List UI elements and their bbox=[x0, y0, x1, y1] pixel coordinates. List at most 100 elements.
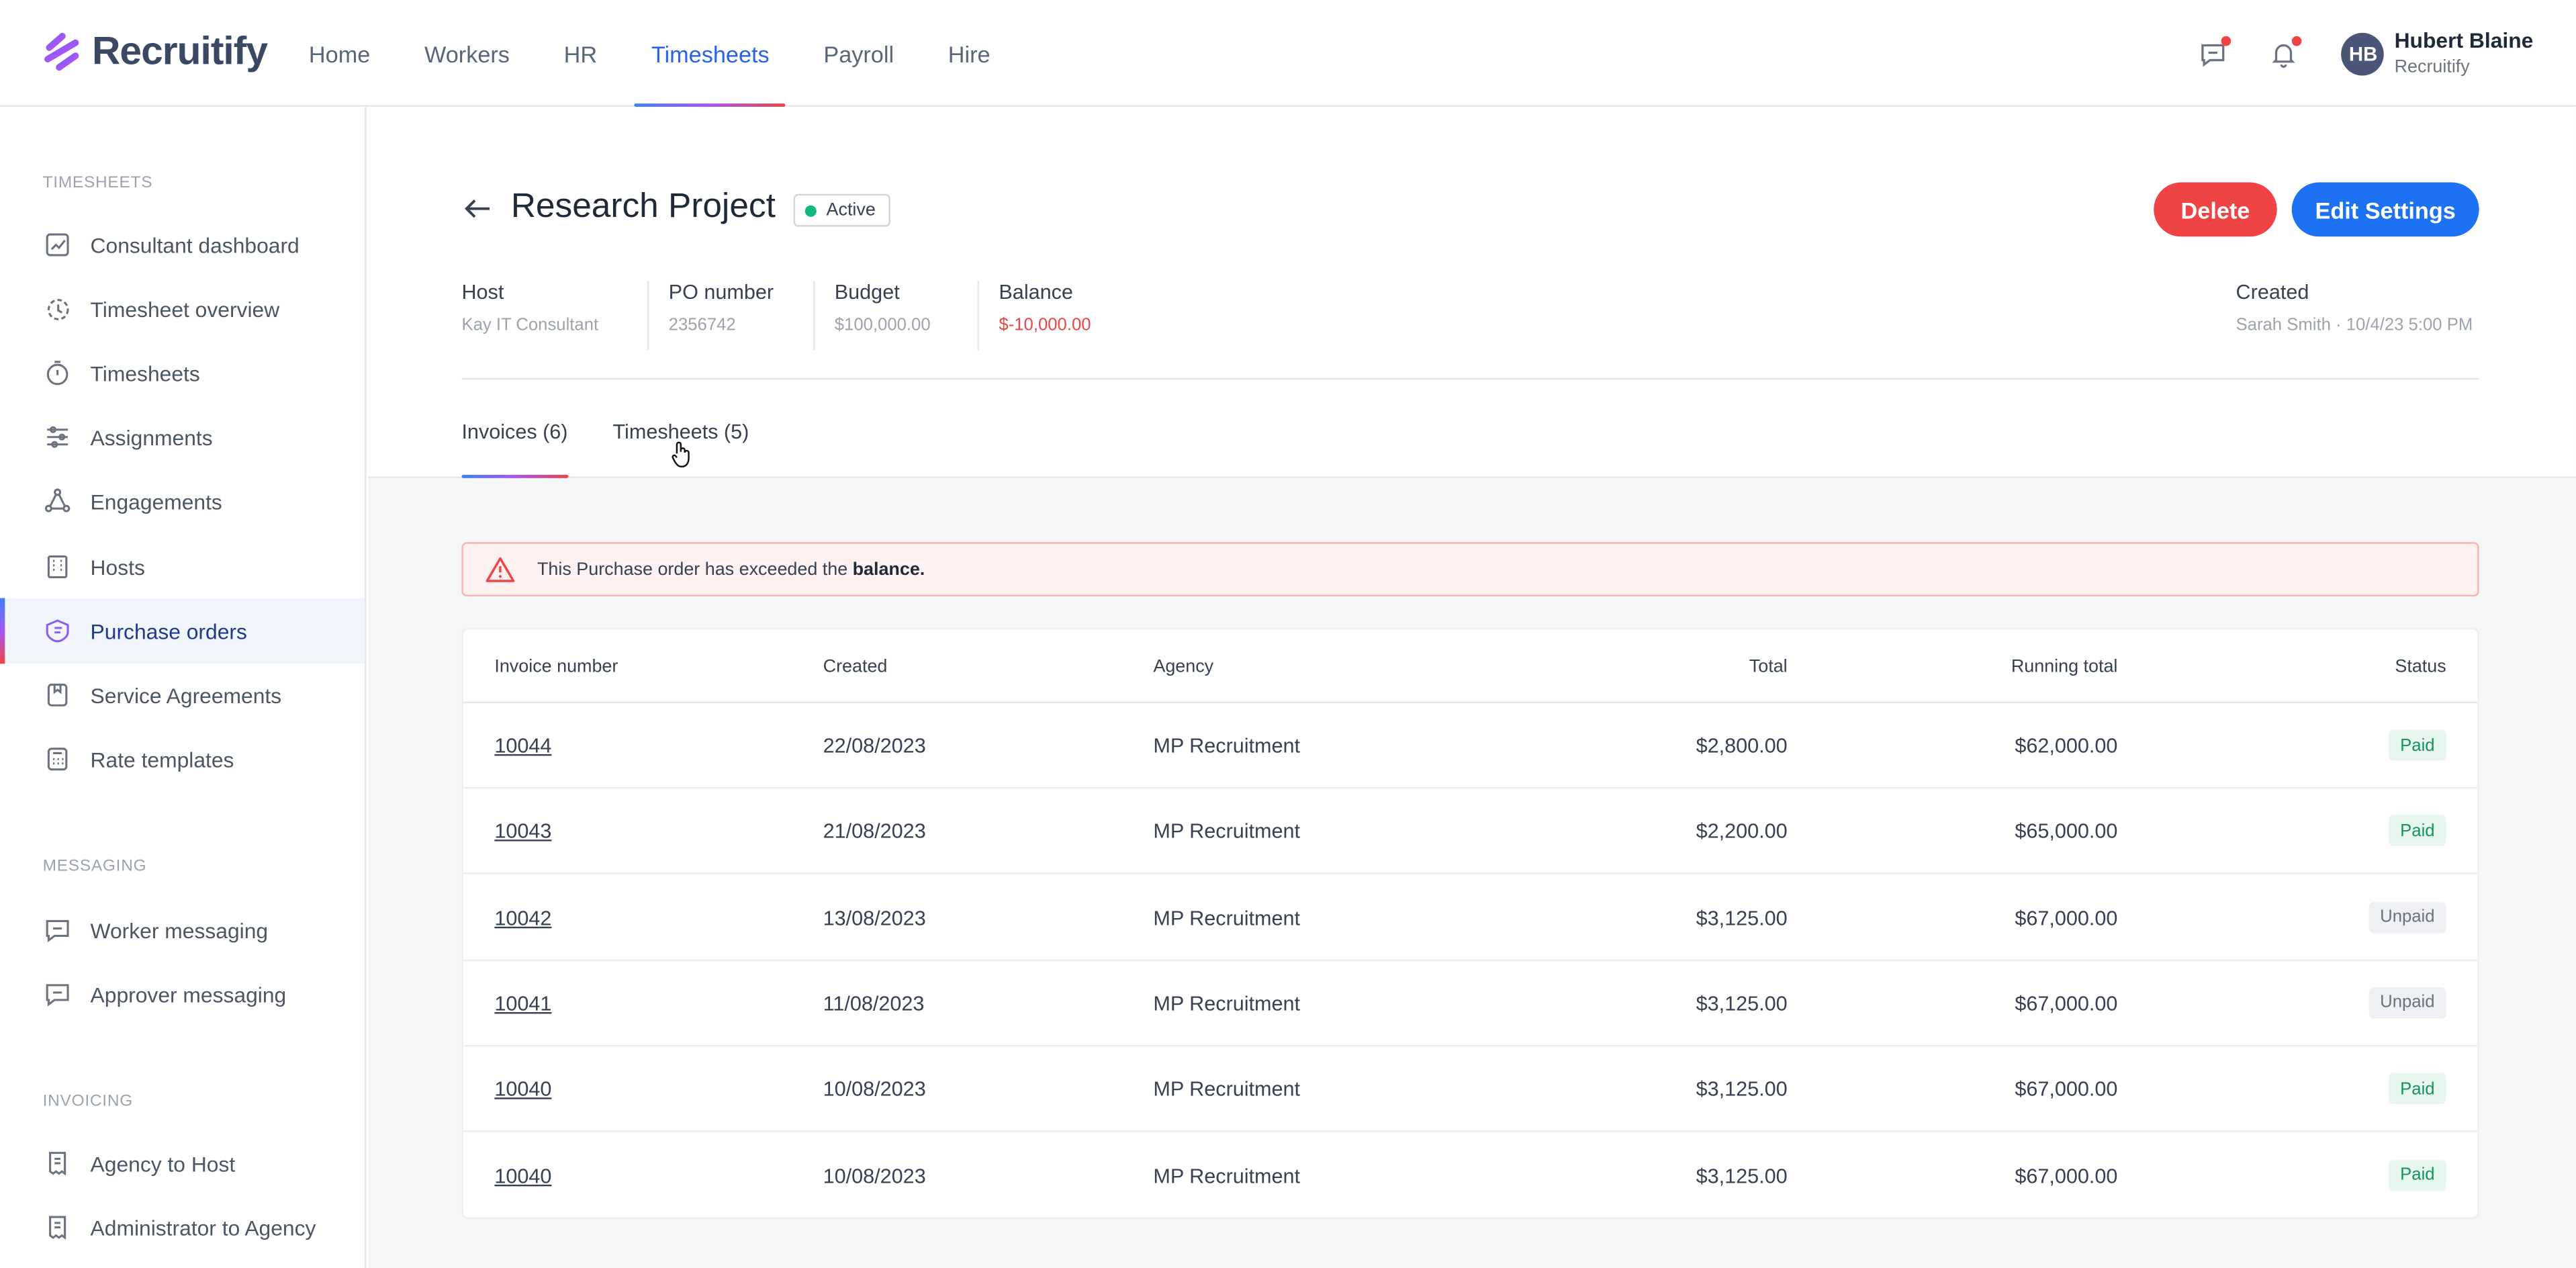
tab-invoices[interactable]: Invoices (6) bbox=[461, 420, 567, 478]
sidebar-item-label: Consultant dashboard bbox=[90, 232, 300, 257]
sidebar-item-label: Assignments bbox=[90, 424, 213, 450]
invoice-number-link[interactable]: 10040 bbox=[494, 1078, 551, 1101]
nav-payroll[interactable]: Payroll bbox=[823, 0, 894, 107]
hand-cursor-icon bbox=[672, 441, 690, 468]
sidebar-item-timesheets[interactable]: Timesheets bbox=[0, 340, 365, 406]
invoice-number-link[interactable]: 10040 bbox=[494, 1164, 551, 1187]
user-menu[interactable]: Hubert Blaine Recruitify bbox=[2395, 28, 2534, 79]
document-icon bbox=[47, 683, 68, 707]
delete-button[interactable]: Delete bbox=[2154, 182, 2277, 237]
sidebar-item-label: Rate templates bbox=[90, 746, 234, 772]
nav-timesheets[interactable]: Timesheets bbox=[635, 0, 786, 107]
sidebar-item-engagements[interactable]: Engagements bbox=[0, 468, 365, 534]
sidebar-item-assignments[interactable]: Assignments bbox=[0, 404, 365, 470]
invoice-number-link[interactable]: 10044 bbox=[494, 735, 551, 758]
meta-value: $100,000.00 bbox=[834, 315, 931, 336]
column-header-created[interactable]: Created bbox=[823, 658, 888, 677]
sidebar-item-purchase-orders[interactable]: Purchase orders bbox=[0, 598, 365, 664]
status-dot-icon bbox=[804, 204, 817, 216]
notifications-button[interactable] bbox=[2264, 34, 2304, 73]
created-date: 22/08/2023 bbox=[823, 734, 926, 758]
app-logo[interactable]: Recruitify bbox=[43, 30, 268, 75]
agency-name: MP Recruitment bbox=[1153, 906, 1301, 930]
total-amount: $2,200.00 bbox=[1696, 820, 1788, 844]
created-date: 13/08/2023 bbox=[823, 906, 926, 930]
nav-workers[interactable]: Workers bbox=[424, 0, 510, 107]
meta-label: Created bbox=[2236, 281, 2309, 304]
user-name: Hubert Blaine bbox=[2394, 28, 2534, 53]
nav-home[interactable]: Home bbox=[309, 0, 370, 107]
column-header-total[interactable]: Total bbox=[1749, 658, 1788, 677]
warning-icon bbox=[486, 557, 515, 582]
sidebar-item-label: Service Agreements bbox=[90, 682, 282, 708]
running-total-amount: $62,000.00 bbox=[2015, 734, 2118, 758]
table-row: 10044 22/08/2023 MP Recruitment $2,800.00 $6… bbox=[463, 703, 2478, 789]
running-total-amount: $67,000.00 bbox=[2015, 906, 2118, 930]
status-badge: Paid bbox=[2389, 1073, 2446, 1105]
edit-settings-button[interactable]: Edit Settings bbox=[2291, 182, 2479, 237]
tag-icon bbox=[46, 619, 69, 643]
nodes-icon bbox=[44, 488, 71, 512]
meta-po-number: PO number 2356742 bbox=[647, 281, 813, 351]
user-org: Recruitify bbox=[2394, 56, 2470, 77]
status-badge: Paid bbox=[2389, 729, 2446, 761]
main-content: Research Project Active Delete Edit Sett… bbox=[367, 107, 2576, 1268]
total-amount: $3,125.00 bbox=[1696, 1078, 1788, 1101]
sidebar-item-hosts[interactable]: Hosts bbox=[0, 534, 365, 600]
alert-banner: This Purchase order has exceeded the bal… bbox=[461, 542, 2479, 597]
back-button[interactable] bbox=[461, 192, 494, 225]
meta-value: $-10,000.00 bbox=[999, 315, 1091, 336]
sidebar-section-title: INVOICING bbox=[42, 1092, 134, 1111]
column-header-agency[interactable]: Agency bbox=[1153, 658, 1213, 677]
agency-name: MP Recruitment bbox=[1153, 1078, 1301, 1101]
running-total-amount: $67,000.00 bbox=[2015, 1164, 2118, 1187]
clock-history-icon bbox=[47, 299, 69, 320]
sidebar-item-agency-to-host[interactable]: Agency to Host bbox=[0, 1130, 365, 1196]
sidebar-item-service-agreements[interactable]: Service Agreements bbox=[0, 662, 365, 728]
page-title: Research Project bbox=[510, 187, 776, 226]
stopwatch-icon bbox=[46, 361, 68, 386]
sidebar-item-timesheet-overview[interactable]: Timesheet overview bbox=[0, 276, 365, 342]
meta-label: Host bbox=[461, 281, 504, 304]
invoices-table: Invoice number Created Agency Total Runn… bbox=[461, 627, 2479, 1220]
created-date: 10/08/2023 bbox=[823, 1078, 926, 1101]
meta-label: Balance bbox=[999, 281, 1073, 304]
meta-label: PO number bbox=[668, 281, 774, 304]
sidebar-item-worker-messaging[interactable]: Worker messaging bbox=[0, 897, 365, 963]
running-total-amount: $67,000.00 bbox=[2015, 1078, 2118, 1101]
invoice-number-link[interactable]: 10041 bbox=[494, 992, 551, 1015]
table-row: 10042 13/08/2023 MP Recruitment $3,125.00 $6… bbox=[463, 875, 2478, 961]
table-row: 10041 11/08/2023 MP Recruitment $3,125.00 $6… bbox=[463, 961, 2478, 1047]
status-badge: Unpaid bbox=[2368, 901, 2446, 933]
sidebar-item-consultant-dashboard[interactable]: Consultant dashboard bbox=[0, 212, 365, 278]
sidebar-item-label: Timesheet overview bbox=[90, 296, 280, 322]
messages-button[interactable] bbox=[2194, 34, 2234, 73]
message-icon bbox=[46, 919, 69, 943]
sidebar-item-rate-templates[interactable]: Rate templates bbox=[0, 726, 365, 792]
nav-hr[interactable]: HR bbox=[564, 0, 598, 107]
meta-value: 2356742 bbox=[668, 315, 736, 336]
sidebar-item-label: Worker messaging bbox=[90, 917, 269, 943]
meta-balance: Balance $-10,000.00 bbox=[977, 281, 1142, 351]
nav-hire[interactable]: Hire bbox=[948, 0, 991, 107]
receipt-icon bbox=[49, 1152, 66, 1176]
agency-name: MP Recruitment bbox=[1153, 992, 1301, 1015]
column-header-invoice-number[interactable]: Invoice number bbox=[494, 658, 618, 677]
invoice-number-link[interactable]: 10042 bbox=[494, 906, 551, 929]
notification-dot bbox=[2292, 35, 2303, 46]
sidebar: TIMESHEETS Consultant dashboard Timeshee… bbox=[0, 107, 367, 1268]
column-header-status[interactable]: Status bbox=[2395, 658, 2446, 677]
sidebar-item-label: Purchase orders bbox=[90, 619, 247, 643]
calculator-icon bbox=[47, 748, 68, 771]
meta-budget: Budget $100,000.00 bbox=[813, 281, 978, 351]
sidebar-item-administrator-to-agency[interactable]: Administrator to Agency bbox=[0, 1195, 365, 1261]
sidebar-item-approver-messaging[interactable]: Approver messaging bbox=[0, 961, 365, 1027]
message-icon bbox=[46, 984, 69, 1007]
running-total-amount: $67,000.00 bbox=[2015, 992, 2118, 1015]
column-header-running-total[interactable]: Running total bbox=[2011, 658, 2118, 677]
building-icon bbox=[47, 555, 68, 578]
table-row: 10040 10/08/2023 MP Recruitment $3,125.00 $6… bbox=[463, 1047, 2478, 1133]
agency-name: MP Recruitment bbox=[1153, 1164, 1301, 1187]
avatar[interactable]: HB bbox=[2342, 32, 2385, 75]
invoice-number-link[interactable]: 10043 bbox=[494, 820, 551, 843]
